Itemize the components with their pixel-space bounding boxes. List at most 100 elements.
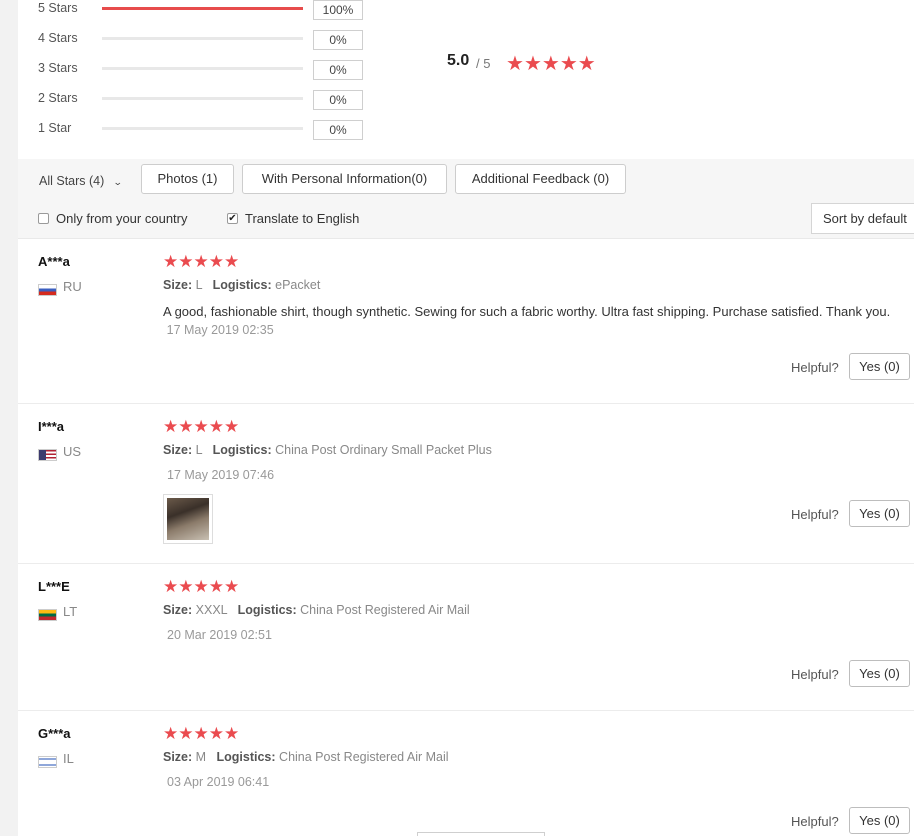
star-icon: ★ — [208, 252, 224, 271]
star-icon: ★ — [163, 577, 179, 596]
flag-ru-icon — [38, 284, 57, 296]
histogram-bar — [102, 127, 303, 130]
helpful-label: Helpful? — [791, 814, 839, 829]
feedback-panel: 5 Stars 100% 4 Stars 0% 3 Stars 0% 2 Sta… — [18, 0, 914, 836]
histogram-percent: 100% — [313, 0, 363, 20]
logistics-label: Logistics: — [212, 443, 272, 457]
flag-il-icon — [38, 756, 57, 768]
star-icon: ★ — [541, 53, 560, 75]
size-value: L — [195, 278, 203, 292]
reviewer-country: LT — [63, 604, 78, 619]
star-icon: ★ — [523, 53, 542, 75]
reviewer-country: US — [63, 444, 82, 459]
star-icon: ★ — [178, 724, 194, 743]
review-item: I***a US ★★★★★ Size: L Logistics: China … — [18, 405, 914, 564]
sort-dropdown[interactable]: Sort by default — [811, 203, 914, 234]
review-date: 20 Mar 2019 02:51 — [167, 628, 272, 642]
star-icon: ★ — [163, 417, 179, 436]
star-icon: ★ — [224, 417, 240, 436]
histogram-bar — [102, 37, 303, 40]
size-value: XXXL — [195, 603, 228, 617]
flag-lt-icon — [38, 609, 57, 621]
translate-label: Translate to English — [245, 211, 360, 226]
histogram-bar — [102, 67, 303, 70]
all-stars-label: All Stars (4) — [39, 174, 105, 188]
average-stars: ★★★★★ — [506, 51, 596, 76]
logistics-label: Logistics: — [237, 603, 297, 617]
size-label: Size: — [163, 750, 193, 764]
review-info: Size: XXXL Logistics: China Post Registe… — [163, 603, 470, 617]
chevron-down-icon: ⌄ — [112, 177, 123, 187]
helpful-yes-button[interactable]: Yes (0) — [849, 807, 910, 834]
histogram-percent: 0% — [313, 120, 363, 140]
helpful-yes-button[interactable]: Yes (0) — [849, 660, 910, 687]
photos-filter-button[interactable]: Photos (1) — [141, 164, 234, 194]
review-info: Size: M Logistics: China Post Registered… — [163, 750, 449, 764]
star-icon: ★ — [224, 724, 240, 743]
star-icon: ★ — [208, 724, 224, 743]
histogram-bar — [102, 97, 303, 100]
histogram-percent: 0% — [313, 30, 363, 50]
logistics-label: Logistics: — [216, 750, 276, 764]
star-icon: ★ — [559, 53, 578, 75]
review-photo-thumbnail[interactable] — [163, 494, 213, 544]
review-date: 03 Apr 2019 06:41 — [167, 775, 270, 789]
star-icon: ★ — [208, 417, 224, 436]
additional-feedback-filter-button[interactable]: Additional Feedback (0) — [455, 164, 626, 194]
review-info: Size: L Logistics: ePacket — [163, 278, 320, 292]
pagination-edge — [417, 832, 545, 836]
histogram-label: 5 Stars — [38, 1, 78, 15]
histogram-label: 2 Stars — [38, 91, 78, 105]
review-stars: ★★★★★ — [163, 577, 239, 597]
star-icon: ★ — [178, 252, 194, 271]
review-item: A***a RU ★★★★★ Size: L Logistics: ePacke… — [18, 240, 914, 404]
helpful-yes-button[interactable]: Yes (0) — [849, 500, 910, 527]
histogram-label: 4 Stars — [38, 31, 78, 45]
star-icon: ★ — [193, 417, 209, 436]
review-text-block: A good, fashionable shirt, though synthe… — [163, 303, 893, 339]
logistics-value: China Post Registered Air Mail — [279, 750, 449, 764]
helpful-label: Helpful? — [791, 507, 839, 522]
star-icon: ★ — [193, 724, 209, 743]
logistics-value: China Post Ordinary Small Packet Plus — [275, 443, 492, 457]
reviewer-name: L***E — [38, 579, 70, 594]
personal-info-filter-button[interactable]: With Personal Information(0) — [242, 164, 447, 194]
review-text: A good, fashionable shirt, though synthe… — [163, 304, 891, 319]
review-stars: ★★★★★ — [163, 724, 239, 744]
size-value: L — [195, 443, 203, 457]
histogram-label: 1 Star — [38, 121, 72, 135]
histogram-percent: 0% — [313, 60, 363, 80]
star-icon: ★ — [208, 577, 224, 596]
all-stars-dropdown[interactable]: All Stars (4) ⌄ — [39, 174, 123, 188]
size-label: Size: — [163, 278, 193, 292]
review-date: 17 May 2019 07:46 — [167, 468, 275, 482]
only-country-checkbox[interactable] — [38, 213, 49, 224]
helpful-yes-button[interactable]: Yes (0) — [849, 353, 910, 380]
histogram-bar-fill — [102, 7, 303, 10]
star-icon: ★ — [163, 724, 179, 743]
review-photo-image — [167, 498, 209, 540]
average-rating: 5.0 — [447, 52, 470, 69]
size-label: Size: — [163, 603, 193, 617]
reviewer-country: RU — [63, 279, 82, 294]
reviewer-country: IL — [63, 751, 74, 766]
star-icon: ★ — [178, 417, 194, 436]
filter-bar: All Stars (4) ⌄ Photos (1) With Personal… — [18, 159, 914, 239]
star-icon: ★ — [193, 577, 209, 596]
review-item: G***a IL ★★★★★ Size: M Logistics: China … — [18, 712, 914, 836]
helpful-label: Helpful? — [791, 360, 839, 375]
logistics-value: ePacket — [275, 278, 321, 292]
logistics-label: Logistics: — [212, 278, 272, 292]
logistics-value: China Post Registered Air Mail — [300, 603, 470, 617]
rating-out-of: / 5 — [476, 56, 491, 71]
reviewer-name: G***a — [38, 726, 71, 741]
flag-us-icon — [38, 449, 57, 461]
only-country-label: Only from your country — [56, 211, 188, 226]
reviewer-name: A***a — [38, 254, 70, 269]
review-item: L***E LT ★★★★★ Size: XXXL Logistics: Chi… — [18, 565, 914, 711]
star-icon: ★ — [193, 252, 209, 271]
translate-checkbox[interactable]: ✔ — [227, 213, 238, 224]
histogram-bar — [102, 7, 303, 10]
star-icon: ★ — [163, 252, 179, 271]
review-info: Size: L Logistics: China Post Ordinary S… — [163, 443, 492, 457]
